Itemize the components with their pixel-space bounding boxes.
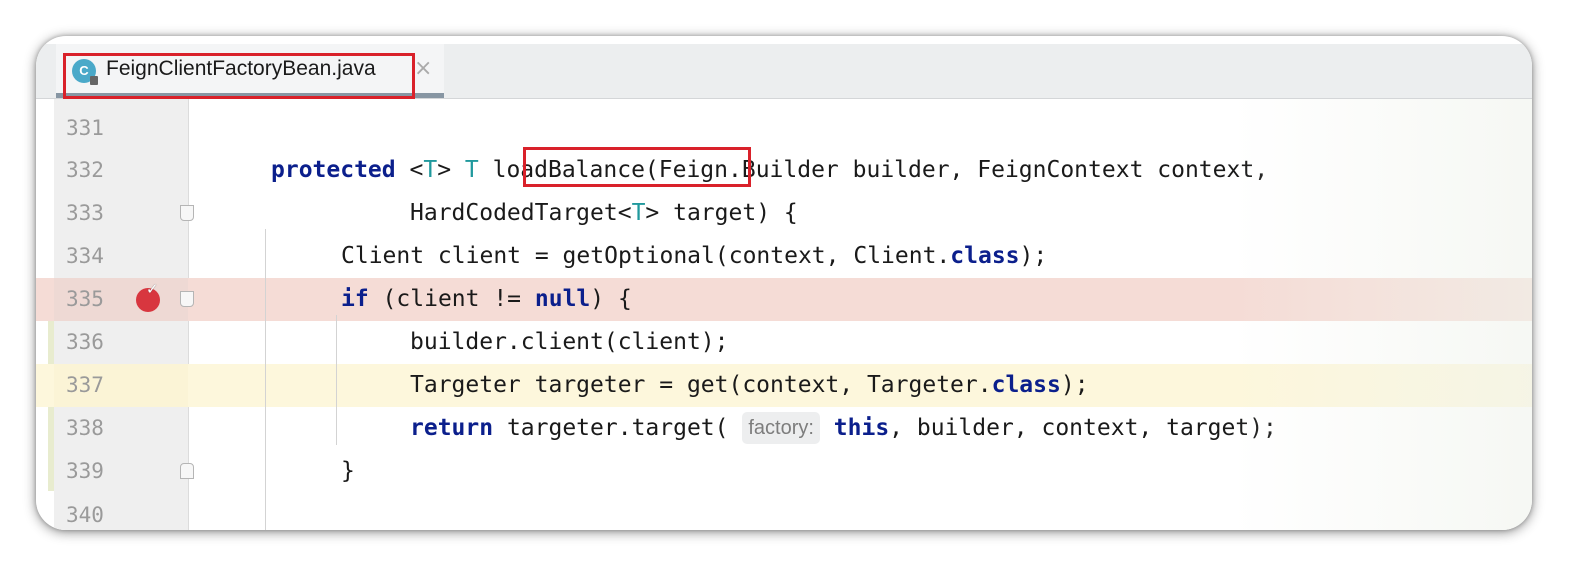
line-number: 336 xyxy=(66,330,104,354)
parameter-hint: factory: xyxy=(742,412,820,444)
line-number: 335 xyxy=(66,287,104,311)
fold-marker[interactable] xyxy=(180,291,194,307)
highlight-box-method xyxy=(523,147,751,187)
code-text: } xyxy=(341,458,355,484)
code-token: , builder, context, target); xyxy=(889,415,1277,441)
keyword: class xyxy=(991,372,1061,398)
code-text: Client client = getOptional(context, Cli… xyxy=(341,235,1047,278)
keyword: protected xyxy=(271,157,396,183)
fold-marker[interactable] xyxy=(180,205,194,221)
line-number: 334 xyxy=(66,244,104,268)
code-token: ) { xyxy=(590,286,632,312)
code-token: ); xyxy=(1060,372,1089,398)
type-param: T xyxy=(631,200,646,226)
code-text: builder.client(client); xyxy=(410,329,729,355)
code-token: < xyxy=(395,157,424,183)
code-text: Targeter targeter = get(context, Targete… xyxy=(410,364,1089,407)
code-token: ); xyxy=(1019,243,1048,269)
code-token: (client != xyxy=(368,286,535,312)
code-text: if (client != null) { xyxy=(341,278,632,321)
check-icon: ✓ xyxy=(146,280,159,298)
fold-marker[interactable] xyxy=(180,463,194,479)
line-number: 331 xyxy=(66,116,104,140)
code-token: HardCodedTarget< xyxy=(410,200,632,226)
code-text: HardCodedTarget<T> target) { xyxy=(410,192,798,235)
background-fade xyxy=(1232,99,1532,530)
line-number: 332 xyxy=(66,158,104,182)
editor-window: C FeignClientFactoryBean.java × 331 332 … xyxy=(36,36,1532,530)
code-editor[interactable]: 331 332 protected <T> T loadBalance(Feig… xyxy=(36,99,1532,530)
code-token: targeter.target( xyxy=(493,415,743,441)
line-number: 339 xyxy=(66,459,104,483)
keyword: null xyxy=(534,286,591,312)
line-number: 338 xyxy=(66,416,104,440)
indent-guide xyxy=(336,315,337,445)
line-number: 340 xyxy=(66,503,104,527)
code-token: > target) { xyxy=(645,200,798,226)
code-text: protected <T> T loadBalance(Feign.Builde… xyxy=(271,149,1268,192)
code-token: Client client = getOptional(context, Cli… xyxy=(341,243,951,269)
close-icon[interactable]: × xyxy=(414,56,432,81)
code-text: return targeter.target( factory: this, b… xyxy=(410,407,1277,450)
tab-bar: C FeignClientFactoryBean.java × xyxy=(36,44,1532,99)
keyword: return xyxy=(410,415,494,441)
code-token: > xyxy=(437,157,465,183)
keyword: if xyxy=(341,286,369,312)
line-number: 337 xyxy=(66,373,104,397)
keyword: this xyxy=(833,415,890,441)
type-param: T xyxy=(423,157,438,183)
line-number: 333 xyxy=(66,201,104,225)
code-token: Targeter targeter = get(context, Targete… xyxy=(410,372,992,398)
indent-guide xyxy=(265,229,266,530)
type-param: T xyxy=(464,157,479,183)
keyword: class xyxy=(950,243,1020,269)
highlight-box-tab xyxy=(63,53,415,99)
